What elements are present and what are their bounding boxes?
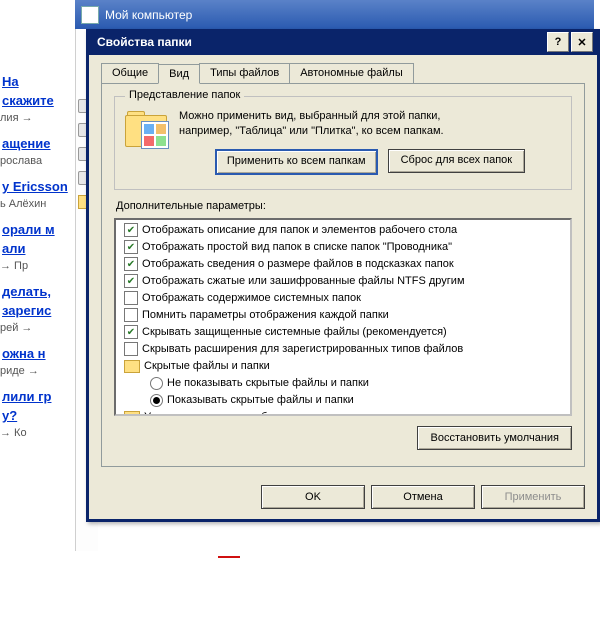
checkbox-icon[interactable] xyxy=(124,291,138,305)
bg-link[interactable]: али xyxy=(2,241,73,256)
checkbox-icon[interactable] xyxy=(124,274,138,288)
bg-sub: рей → xyxy=(0,322,75,334)
bg-sub: → Пр xyxy=(0,260,75,272)
option-hidden-files-show[interactable]: Показывать скрытые файлы и папки xyxy=(120,392,572,409)
folder-options-dialog: Свойства папки ? ✕ Общие Вид Типы файлов… xyxy=(86,29,600,522)
dialog-button-bar: OK Отмена Применить xyxy=(101,477,585,509)
checkbox-icon[interactable] xyxy=(124,342,138,356)
explorer-titlebar[interactable]: Мой компьютер xyxy=(75,0,594,29)
bg-link[interactable]: зарегис xyxy=(2,303,73,318)
bg-link[interactable]: у? xyxy=(2,408,73,423)
bg-sub: → Ко xyxy=(0,427,75,439)
tab-offline-files[interactable]: Автономные файлы xyxy=(289,63,414,83)
folder-views-description: Можно применить вид, выбранный для этой … xyxy=(179,109,561,175)
bg-sub: риде → xyxy=(0,365,75,377)
dialog-titlebar[interactable]: Свойства папки ? ✕ xyxy=(89,29,597,55)
tab-panel-view: Представление папок Можно применить вид,… xyxy=(101,84,585,467)
checkbox-icon[interactable] xyxy=(124,325,138,339)
folder-views-groupbox: Представление папок Можно применить вид,… xyxy=(114,96,572,190)
dialog-title: Свойства папки xyxy=(97,35,192,49)
checkbox-icon[interactable] xyxy=(124,308,138,322)
radio-icon[interactable] xyxy=(150,394,163,407)
apply-to-all-folders-button[interactable]: Применить ко всем папкам xyxy=(215,149,378,175)
option-hidden-files-group: Скрытые файлы и папки xyxy=(120,358,572,375)
my-computer-icon xyxy=(81,6,99,24)
folder-icon xyxy=(124,411,140,416)
help-button[interactable]: ? xyxy=(547,32,569,52)
reset-all-folders-button[interactable]: Сброс для всех папок xyxy=(388,149,526,173)
highlight-arrow-icon xyxy=(218,556,240,558)
background-page-links: На скажите лия → ащение рослава у Ericss… xyxy=(0,0,75,621)
apply-button[interactable]: Применить xyxy=(481,485,585,509)
bg-link[interactable]: На xyxy=(2,74,73,89)
bg-link[interactable]: лили гр xyxy=(2,389,73,404)
explorer-title: Мой компьютер xyxy=(105,8,192,22)
bg-link[interactable]: ожна н xyxy=(2,346,73,361)
bg-sub: лия → xyxy=(0,112,75,124)
bg-sub: рослава xyxy=(0,155,75,167)
bg-link[interactable]: ащение xyxy=(2,136,73,151)
tab-file-types[interactable]: Типы файлов xyxy=(199,63,290,83)
option-hide-protected-os[interactable]: Скрывать защищенные системные файлы (рек… xyxy=(120,324,572,341)
tab-view[interactable]: Вид xyxy=(158,64,200,84)
option-simple-folder-view[interactable]: Отображать простой вид папок в списке па… xyxy=(120,239,572,256)
option-show-system-contents[interactable]: Отображать содержимое системных папок xyxy=(120,290,572,307)
bg-link[interactable]: у Ericsson xyxy=(2,179,73,194)
bg-link[interactable]: скажите xyxy=(2,93,73,108)
groupbox-legend: Представление папок xyxy=(125,89,244,101)
close-button[interactable]: ✕ xyxy=(571,32,593,52)
ok-button[interactable]: OK xyxy=(261,485,365,509)
option-web-page-pairs: Управление парами веб-страниц и папок xyxy=(120,409,572,416)
cancel-button[interactable]: Отмена xyxy=(371,485,475,509)
option-hidden-files-hide[interactable]: Не показывать скрытые файлы и папки xyxy=(120,375,572,392)
advanced-settings-tree[interactable]: Отображать описание для папок и элементо… xyxy=(114,218,572,416)
checkbox-icon[interactable] xyxy=(124,257,138,271)
bg-link[interactable]: делать, xyxy=(2,284,73,299)
option-ntfs-color[interactable]: Отображать сжатые или зашифрованные файл… xyxy=(120,273,572,290)
bg-sub: ь Алёхин xyxy=(0,198,75,210)
tab-strip: Общие Вид Типы файлов Автономные файлы xyxy=(101,63,585,84)
option-show-descriptions[interactable]: Отображать описание для папок и элементо… xyxy=(120,222,572,239)
option-remember-view[interactable]: Помнить параметры отображения каждой пап… xyxy=(120,307,572,324)
folder-icon xyxy=(124,360,140,373)
advanced-settings-label: Дополнительные параметры: xyxy=(116,200,572,212)
folder-views-icon xyxy=(125,109,167,147)
tab-general[interactable]: Общие xyxy=(101,63,159,83)
option-hide-extensions[interactable]: Скрывать расширения для зарегистрированн… xyxy=(120,341,572,358)
checkbox-icon[interactable] xyxy=(124,223,138,237)
restore-defaults-button[interactable]: Восстановить умолчания xyxy=(417,426,572,450)
checkbox-icon[interactable] xyxy=(124,240,138,254)
option-show-size-info[interactable]: Отображать сведения о размере файлов в п… xyxy=(120,256,572,273)
bg-link[interactable]: орали м xyxy=(2,222,73,237)
radio-icon[interactable] xyxy=(150,377,163,390)
